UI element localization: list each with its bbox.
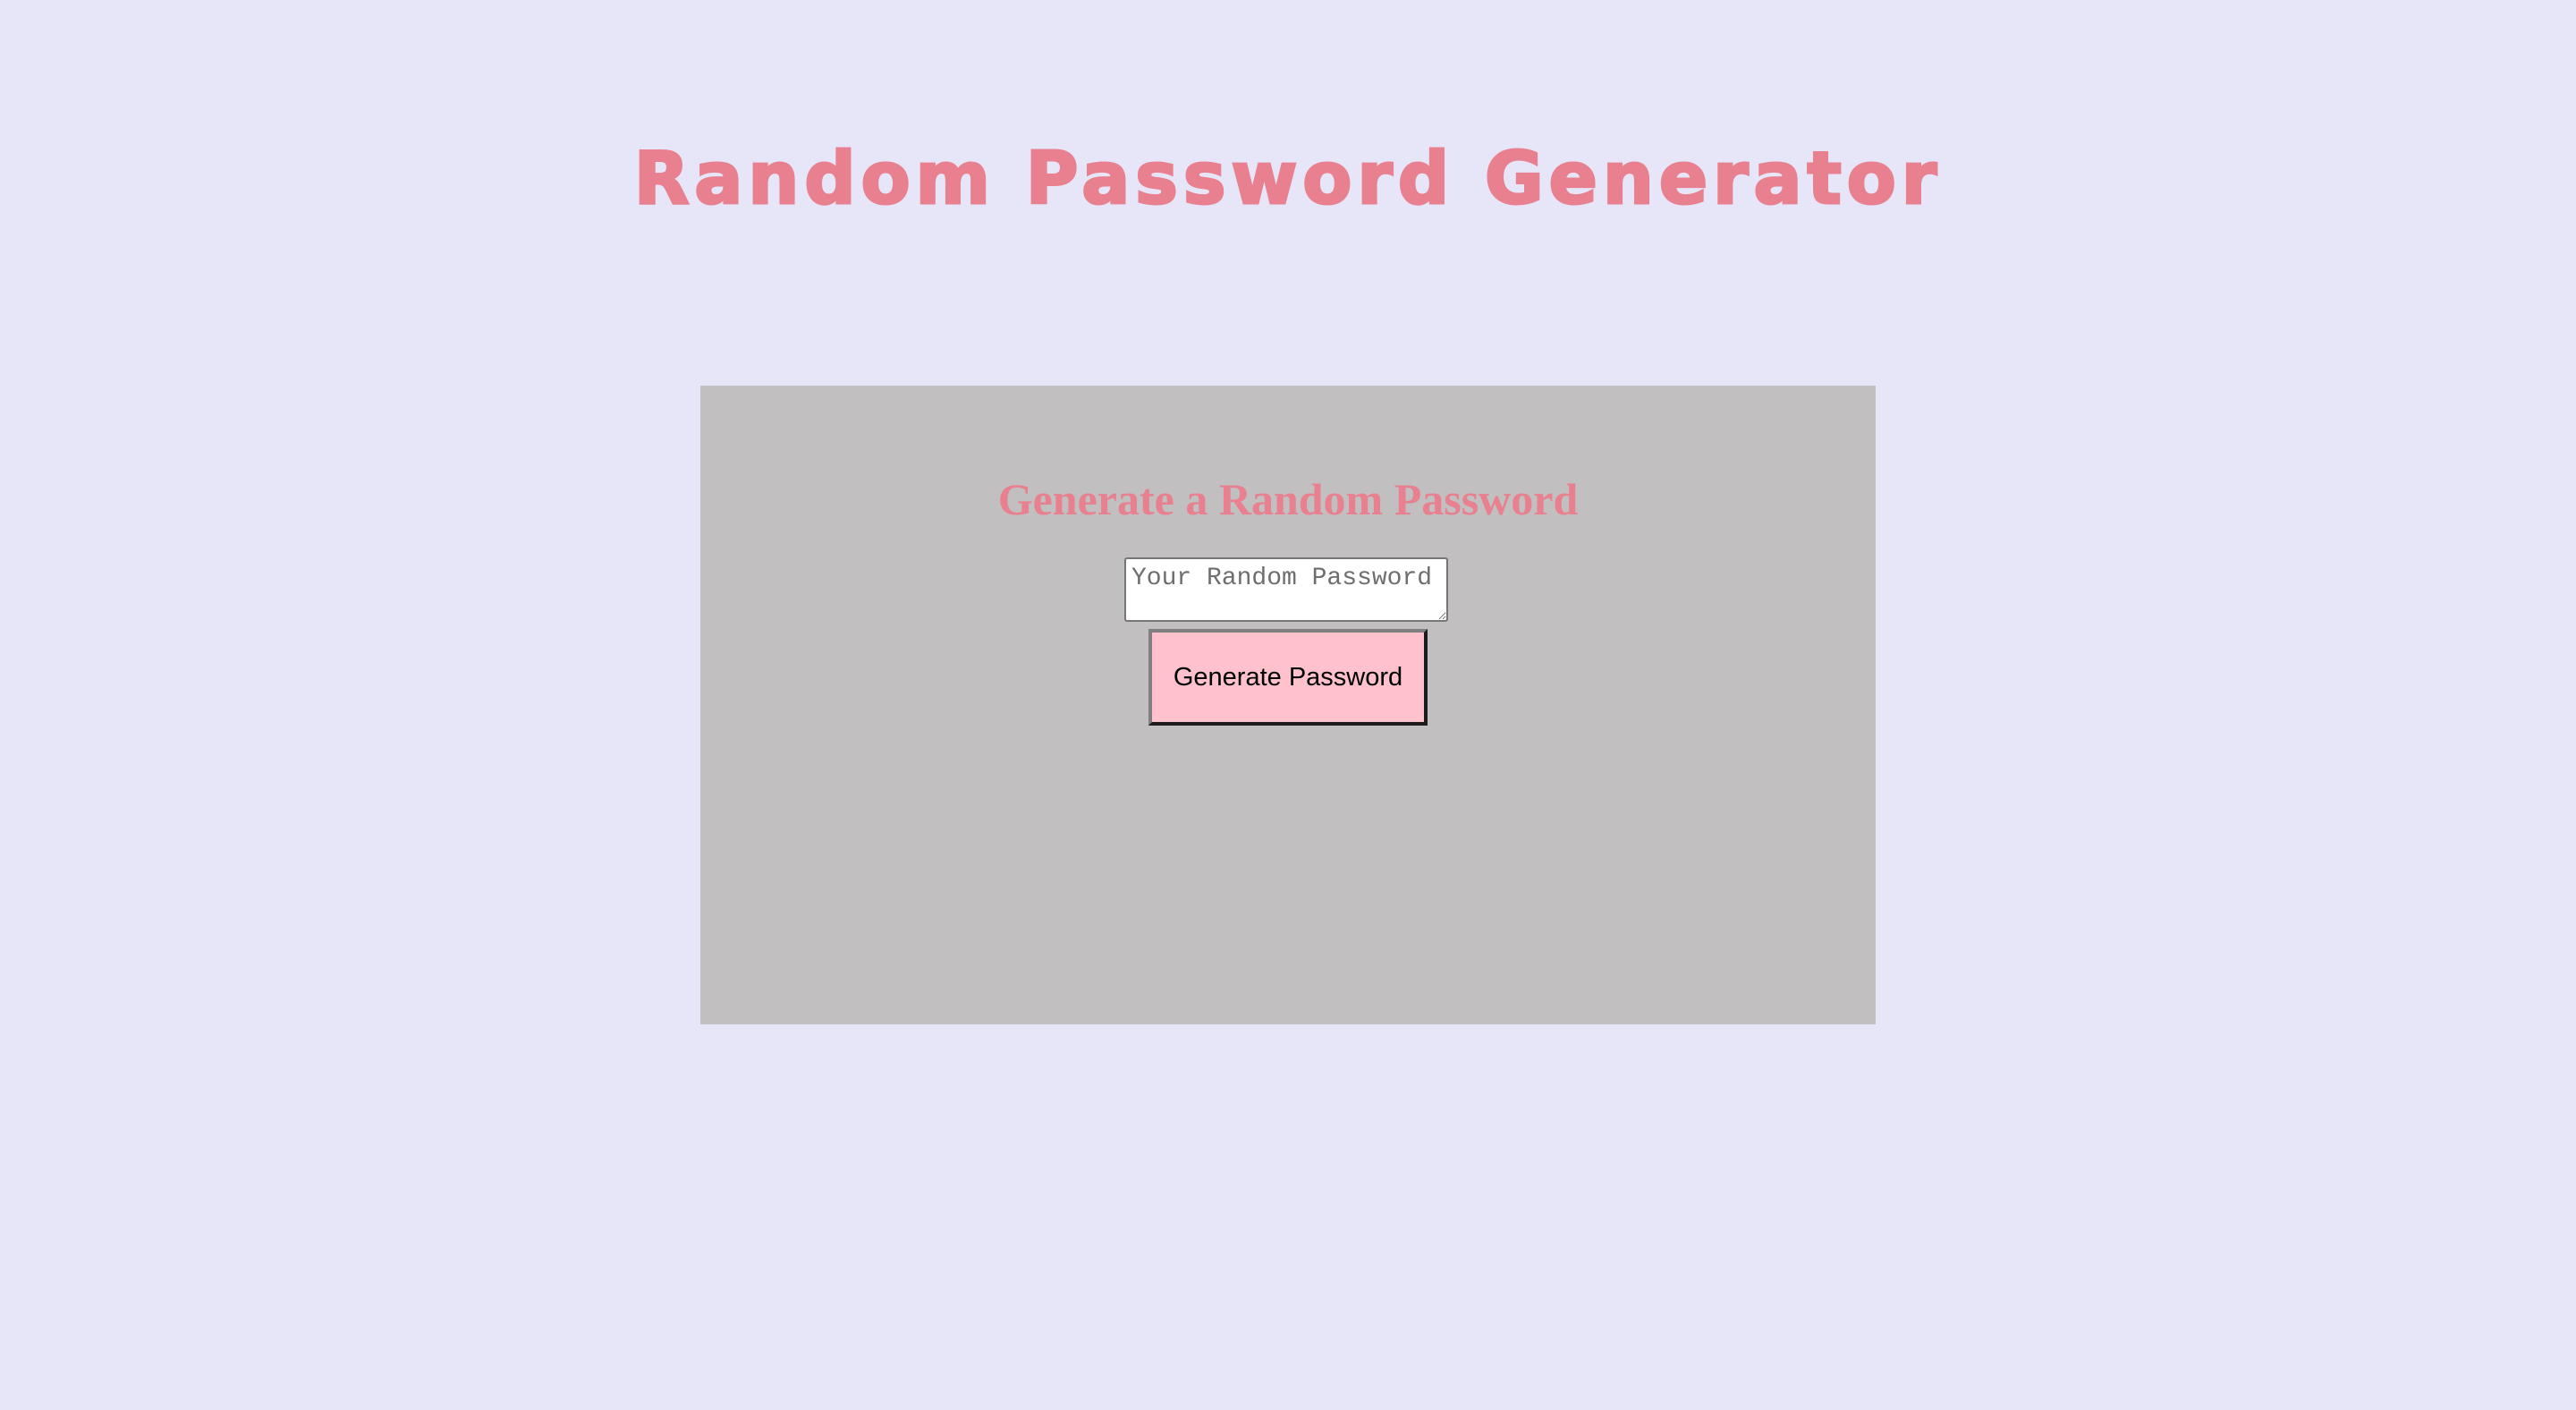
password-output-field[interactable] (1124, 557, 1448, 622)
page-title: Random Password Generator (632, 136, 1943, 222)
card-title: Generate a Random Password (997, 474, 1579, 524)
password-generator-card: Generate a Random Password Generate Pass… (700, 386, 1876, 1024)
generate-password-button[interactable]: Generate Password (1148, 629, 1428, 726)
page-header: Random Password Generator (0, 125, 2576, 233)
